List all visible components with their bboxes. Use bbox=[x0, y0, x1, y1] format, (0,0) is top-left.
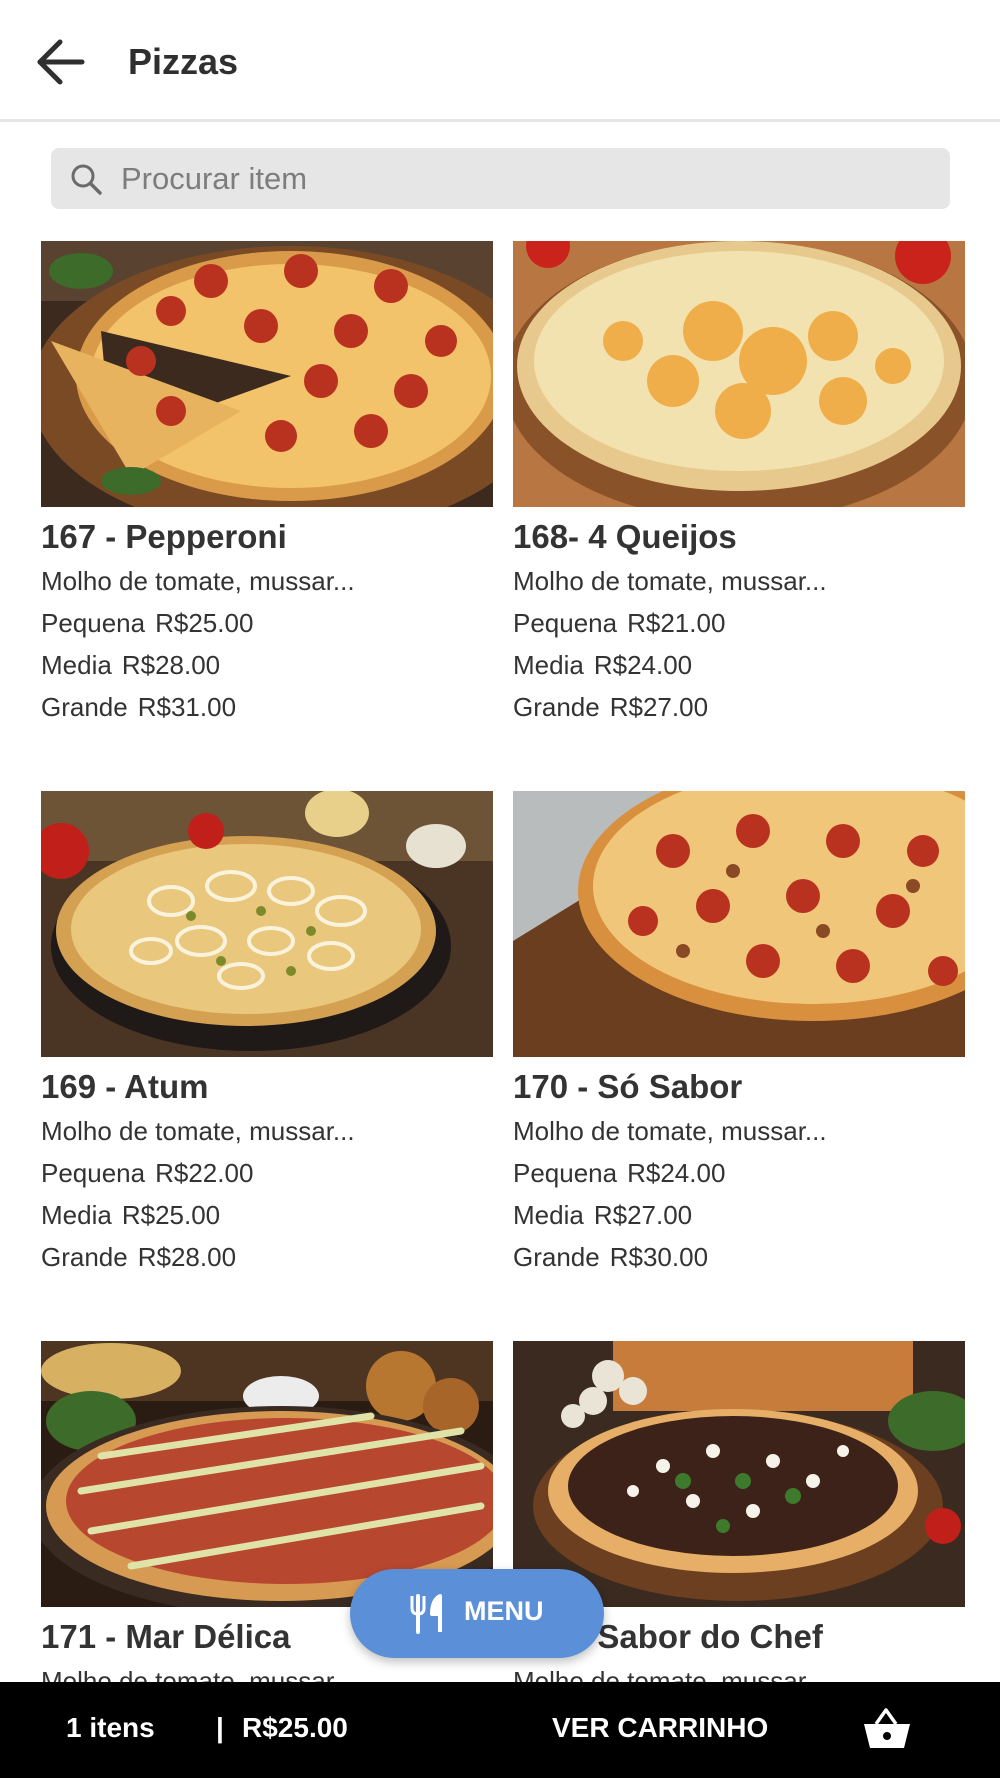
product-description: Molho de tomate, mussar... bbox=[41, 1116, 355, 1146]
product-description: Molho de tomate, mussar... bbox=[41, 566, 355, 596]
cart-item-count: 1 itens bbox=[66, 1712, 155, 1743]
price-grande: Grande R$30.00 bbox=[513, 1242, 709, 1272]
menu-button-label: MENU bbox=[464, 1596, 544, 1626]
product-image bbox=[513, 791, 965, 1057]
search-icon bbox=[71, 164, 102, 195]
menu-button[interactable]: MENU bbox=[350, 1569, 604, 1658]
page-title: Pizzas bbox=[128, 41, 239, 82]
product-name: 168- 4 Queijos bbox=[513, 518, 737, 555]
price-grande: Grande R$28.00 bbox=[41, 1242, 237, 1272]
product-name: 171 - Mar Délica bbox=[41, 1618, 291, 1655]
search-input[interactable] bbox=[121, 148, 921, 209]
app-bar: Pizzas bbox=[0, 0, 1000, 122]
product-image bbox=[41, 791, 493, 1057]
price-pequena: Pequena R$25.00 bbox=[41, 608, 254, 638]
price-media: Media R$25.00 bbox=[41, 1200, 221, 1230]
product-grid: 167 - Pepperoni Molho de tomate, mussar.… bbox=[0, 212, 1000, 1682]
product-description: Molho de tomate, mussar... bbox=[513, 1116, 827, 1146]
product-description: Molho de tomate, mussar... bbox=[41, 1666, 355, 1682]
price-pequena: Pequena R$22.00 bbox=[41, 1158, 254, 1188]
fork-knife-icon bbox=[410, 1594, 442, 1634]
search-bar bbox=[51, 148, 950, 209]
product-image bbox=[513, 241, 965, 507]
product-image bbox=[513, 1341, 965, 1607]
product-card[interactable]: 170 - Só Sabor Molho de tomate, mussar..… bbox=[513, 762, 965, 1272]
price-media: Media R$24.00 bbox=[513, 650, 693, 680]
cart-bar: 1 itens | R$25.00 VER CARRINHO bbox=[0, 1682, 1000, 1778]
product-image bbox=[41, 241, 493, 507]
product-description: Molho de tomate, mussar... bbox=[513, 1666, 827, 1682]
view-cart-button[interactable]: VER CARRINHO bbox=[552, 1712, 768, 1744]
price-pequena: Pequena R$24.00 bbox=[513, 1158, 726, 1188]
price-grande: Grande R$27.00 bbox=[513, 692, 709, 722]
price-media: Media R$27.00 bbox=[513, 1200, 693, 1230]
product-image bbox=[41, 1341, 493, 1607]
price-pequena: Pequena R$21.00 bbox=[513, 608, 726, 638]
product-name: 169 - Atum bbox=[41, 1068, 209, 1105]
product-name: 167 - Pepperoni bbox=[41, 518, 287, 555]
cart-total: R$25.00 bbox=[242, 1712, 348, 1743]
product-card[interactable]: 169 - Atum Molho de tomate, mussar... Pe… bbox=[41, 762, 493, 1272]
product-description: Molho de tomate, mussar... bbox=[513, 566, 827, 596]
product-card[interactable]: 167 - Pepperoni Molho de tomate, mussar.… bbox=[41, 212, 493, 722]
cart-separator: | bbox=[216, 1712, 224, 1743]
price-media: Media R$28.00 bbox=[41, 650, 221, 680]
product-name: 170 - Só Sabor bbox=[513, 1068, 743, 1105]
back-button[interactable] bbox=[36, 38, 88, 86]
arrow-left-icon bbox=[37, 39, 85, 85]
basket-icon[interactable] bbox=[862, 1706, 912, 1752]
product-card[interactable]: 168- 4 Queijos Molho de tomate, mussar..… bbox=[513, 212, 965, 722]
price-grande: Grande R$31.00 bbox=[41, 692, 237, 722]
